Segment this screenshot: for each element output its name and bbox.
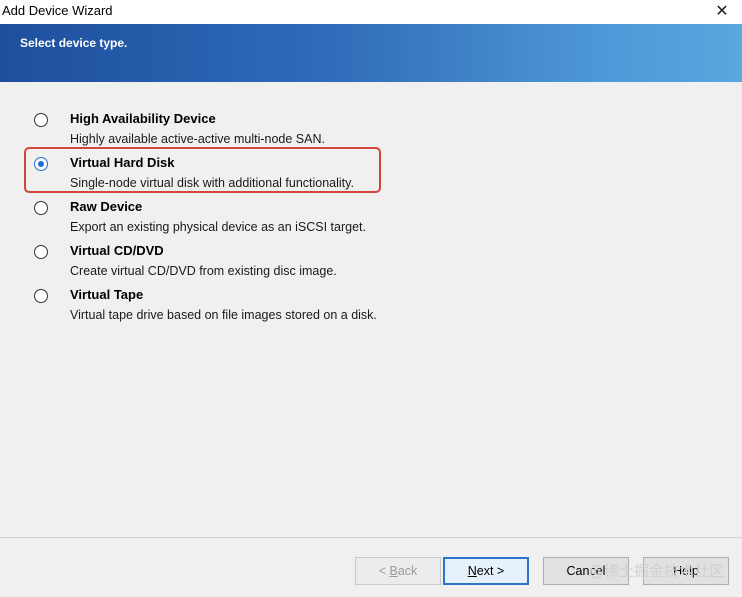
radio-high-availability[interactable] xyxy=(34,113,48,127)
option-description: Create virtual CD/DVD from existing disc… xyxy=(70,264,337,278)
radio-virtual-cd-dvd[interactable] xyxy=(34,245,48,259)
option-label: Raw Device xyxy=(70,199,143,214)
next-rest: ext > xyxy=(476,564,505,578)
next-mnemonic: N xyxy=(467,564,477,578)
back-prefix: < xyxy=(378,564,390,578)
radio-virtual-tape[interactable] xyxy=(34,289,48,303)
next-button[interactable]: Next > xyxy=(443,557,529,585)
help-button[interactable]: Help xyxy=(643,557,729,585)
back-button[interactable]: < Back xyxy=(355,557,441,585)
option-description: Highly available active-active multi-nod… xyxy=(70,132,325,146)
option-description: Virtual tape drive based on file images … xyxy=(70,308,377,322)
header-banner: Select device type. xyxy=(0,24,742,82)
option-label: Virtual CD/DVD xyxy=(70,243,164,258)
option-high-availability[interactable]: High Availability Device Highly availabl… xyxy=(0,104,742,148)
option-virtual-tape[interactable]: Virtual Tape Virtual tape drive based on… xyxy=(0,280,742,324)
option-label: Virtual Tape xyxy=(70,287,144,302)
option-virtual-hard-disk[interactable]: Virtual Hard Disk Single-node virtual di… xyxy=(0,148,742,192)
radio-raw-device[interactable] xyxy=(34,201,48,215)
window-title: Add Device Wizard xyxy=(2,3,113,18)
back-mnemonic: B xyxy=(389,564,398,578)
page-heading: Select device type. xyxy=(20,36,128,50)
device-type-panel: High Availability Device Highly availabl… xyxy=(0,82,742,537)
option-label: High Availability Device xyxy=(70,111,216,126)
title-bar: Add Device Wizard ✕ xyxy=(0,0,742,24)
option-label: Virtual Hard Disk xyxy=(70,155,175,170)
back-rest: ack xyxy=(397,564,418,578)
cancel-button[interactable]: Cancel xyxy=(543,557,629,585)
option-raw-device[interactable]: Raw Device Export an existing physical d… xyxy=(0,192,742,236)
option-description: Export an existing physical device as an… xyxy=(70,220,366,234)
option-description: Single-node virtual disk with additional… xyxy=(70,176,354,190)
radio-virtual-hard-disk[interactable] xyxy=(34,157,48,171)
wizard-footer: < Back Next > Cancel Help @稀土掘金技术社区 xyxy=(0,537,742,597)
close-icon[interactable]: ✕ xyxy=(708,2,736,22)
option-virtual-cd-dvd[interactable]: Virtual CD/DVD Create virtual CD/DVD fro… xyxy=(0,236,742,280)
